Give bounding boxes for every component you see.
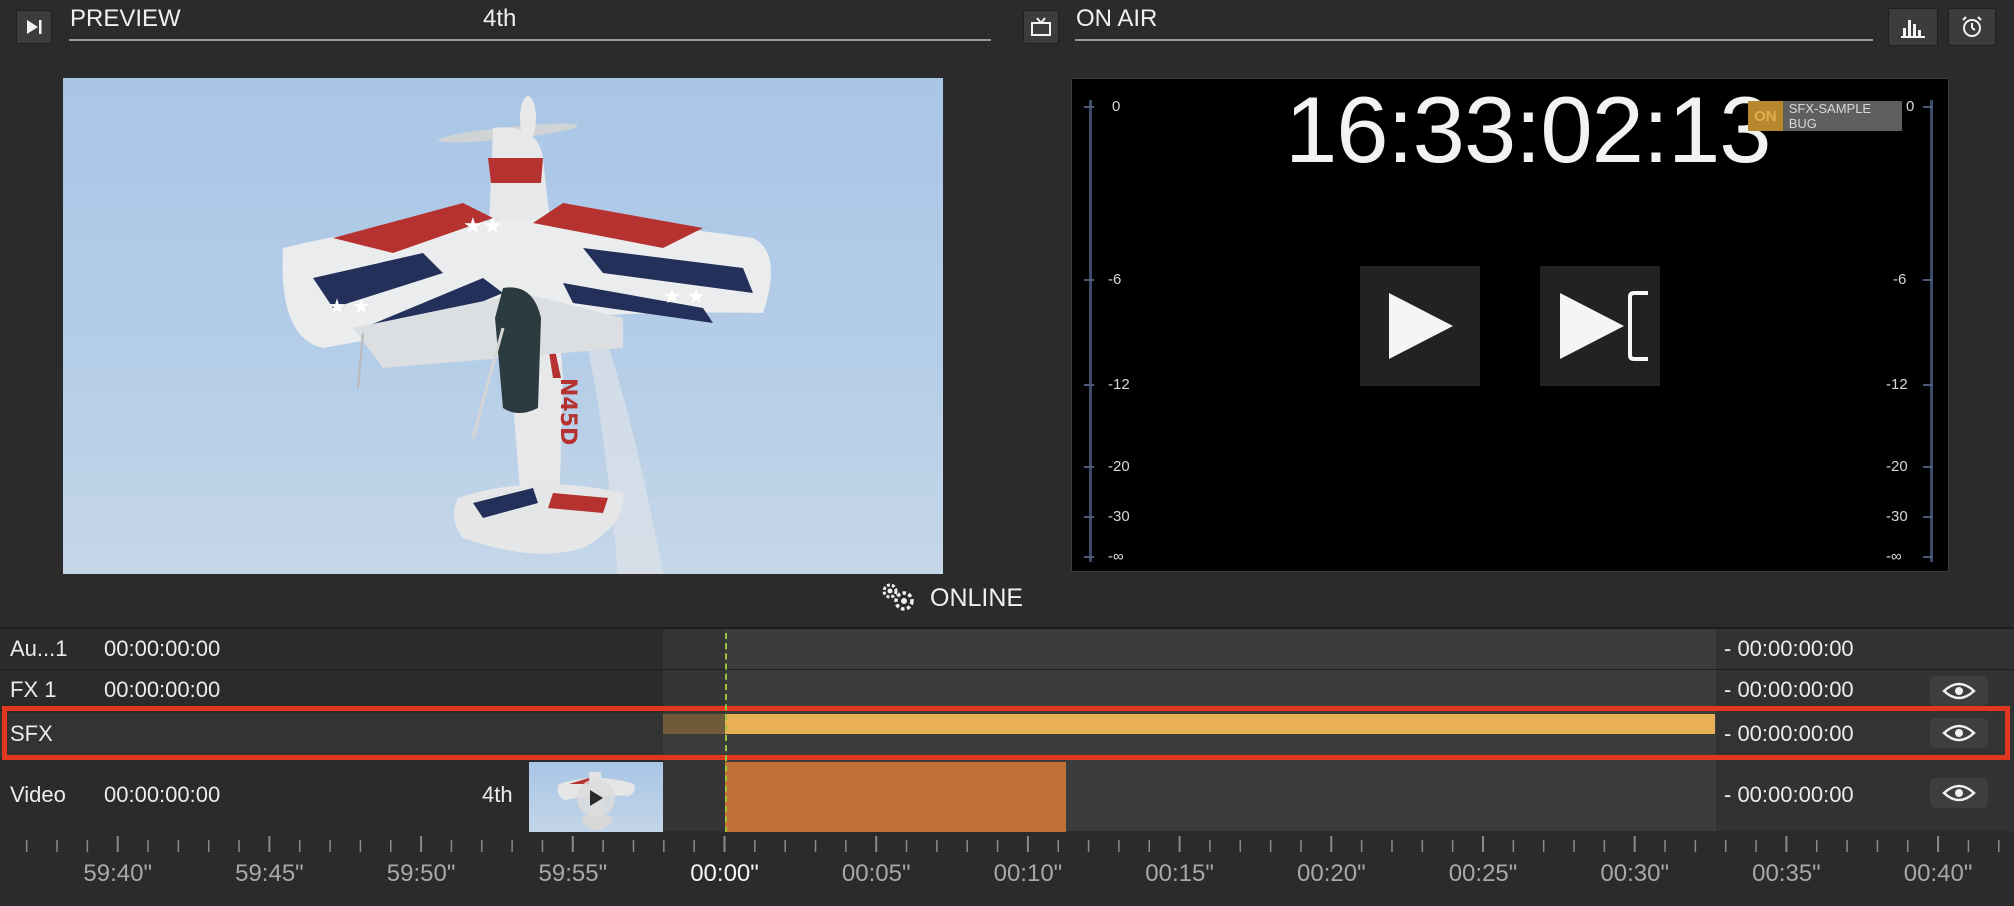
meter-tick: [1084, 106, 1094, 108]
meter-tick: [1084, 384, 1094, 386]
tv-icon: [1031, 17, 1051, 36]
on-air-clock: 16:33:02:13: [1285, 77, 1772, 182]
svg-text:★ ★: ★ ★: [328, 294, 370, 318]
left-meter-label: -20: [1108, 458, 1130, 475]
bug-on-badge: ON: [1748, 101, 1783, 131]
ruler-label: 59:40": [83, 860, 152, 887]
skip-to-end-button[interactable]: [16, 10, 52, 44]
aircraft-registration: N45D: [555, 378, 580, 445]
clock-button[interactable]: [1948, 8, 1996, 46]
eye-icon: [1942, 682, 1976, 700]
play-to-out-button[interactable]: [1540, 266, 1660, 386]
track-name-fx1[interactable]: FX 1: [10, 677, 56, 703]
meter-tick: [1923, 106, 1933, 108]
meter-tick: [1084, 516, 1094, 518]
track-separator: [0, 669, 2014, 670]
svg-text:★★: ★★: [463, 214, 502, 239]
right-audio-meter: [1930, 100, 1933, 562]
meter-tick: [1923, 384, 1933, 386]
on-air-title: ON AIR: [1076, 5, 1158, 32]
left-meter-label: -12: [1108, 376, 1130, 393]
meter-tick: [1084, 556, 1094, 558]
eye-icon: [1942, 784, 1976, 802]
preview-monitor: ★★ ★ ★ ★ ★ N45D: [63, 78, 943, 574]
track-end-time-video: - 00:00:00:00: [1724, 782, 1854, 807]
preview-header-line: [69, 39, 991, 41]
audio-meters-button[interactable]: [1888, 8, 1938, 46]
meter-tick: [1084, 279, 1094, 281]
left-meter-label: 0: [1112, 98, 1121, 115]
ruler-label: 00:05": [841, 860, 911, 887]
thumbnail-play-button[interactable]: [577, 779, 615, 817]
play-button[interactable]: [1360, 266, 1480, 386]
ruler-label: 00:35": [1752, 860, 1821, 887]
right-meter-label: 0: [1906, 98, 1915, 115]
right-meter-label: -30: [1886, 508, 1908, 525]
ruler-label: 59:55": [538, 860, 608, 887]
play-icon: [590, 790, 603, 806]
ruler-label: 00:00": [690, 860, 759, 887]
skip-forward-icon: [27, 20, 42, 34]
left-meter-label: -30: [1108, 508, 1130, 525]
preview-clip-name: 4th: [483, 5, 517, 32]
bar-chart-icon: [1901, 20, 1925, 38]
meter-tick: [1923, 279, 1933, 281]
ruler-ticks: [25, 836, 2000, 852]
track-end-time-fx1: - 00:00:00:00: [1724, 677, 1854, 702]
ruler-label: 00:25": [1448, 860, 1518, 887]
meter-tick: [1923, 466, 1933, 468]
video-clip-thumbnail[interactable]: [529, 762, 663, 832]
on-air-header-line: [1075, 39, 1873, 41]
alarm-clock-icon: [1962, 16, 1982, 37]
left-meter-label: -6: [1108, 271, 1122, 288]
preview-title: PREVIEW: [70, 5, 181, 32]
meter-tick: [1923, 556, 1933, 558]
bug-label: SFX-SAMPLE BUG: [1788, 101, 1872, 131]
track-name-audio[interactable]: Au...1: [10, 636, 67, 662]
tv-output-button[interactable]: [1023, 10, 1059, 44]
sfx-sample-bug: ON SFX-SAMPLE BUG: [1748, 101, 1902, 131]
ruler-label: 00:15": [1145, 860, 1214, 887]
visibility-toggle-video[interactable]: [1930, 778, 1988, 808]
left-audio-meter: [1089, 100, 1092, 562]
meter-tick: [1923, 516, 1933, 518]
meter-tick: [1084, 466, 1094, 468]
right-meter-label: -20: [1886, 458, 1908, 475]
play-to-out-icon: [1560, 291, 1648, 361]
ruler-label: 59:45": [235, 860, 304, 887]
preview-airplane-image: ★★ ★ ★ ★ ★ N45D: [282, 96, 771, 574]
track-time-video: 00:00:00:00: [104, 782, 221, 807]
right-meter-label: -12: [1886, 376, 1908, 393]
play-icon: [1389, 293, 1453, 359]
visibility-toggle-fx1[interactable]: [1930, 676, 1988, 706]
settings-gear-icon[interactable]: [880, 582, 916, 617]
svg-text:★ ★: ★ ★: [663, 284, 705, 308]
right-meter-label: -6: [1893, 271, 1907, 288]
sfx-track-selection: [2, 706, 2010, 760]
ruler-label: 00:10": [993, 860, 1063, 887]
track-name-video[interactable]: Video: [10, 782, 66, 808]
video-clip[interactable]: [725, 762, 1066, 832]
left-meter-label: -∞: [1108, 548, 1124, 565]
playhead[interactable]: [725, 633, 727, 853]
ruler-label: 59:50": [386, 860, 456, 887]
track-end-time-audio: - 00:00:00:00: [1724, 636, 1854, 661]
track-time-fx1: 00:00:00:00: [104, 677, 221, 702]
ruler-label: 00:30": [1600, 860, 1669, 887]
video-clip-name: 4th: [482, 782, 513, 807]
ruler-label: 00:20": [1297, 860, 1366, 887]
online-status: ONLINE: [930, 584, 1024, 612]
ruler-label: 00:40": [1903, 860, 1973, 887]
track-time-audio: 00:00:00:00: [104, 636, 221, 661]
right-meter-label: -∞: [1886, 548, 1902, 565]
